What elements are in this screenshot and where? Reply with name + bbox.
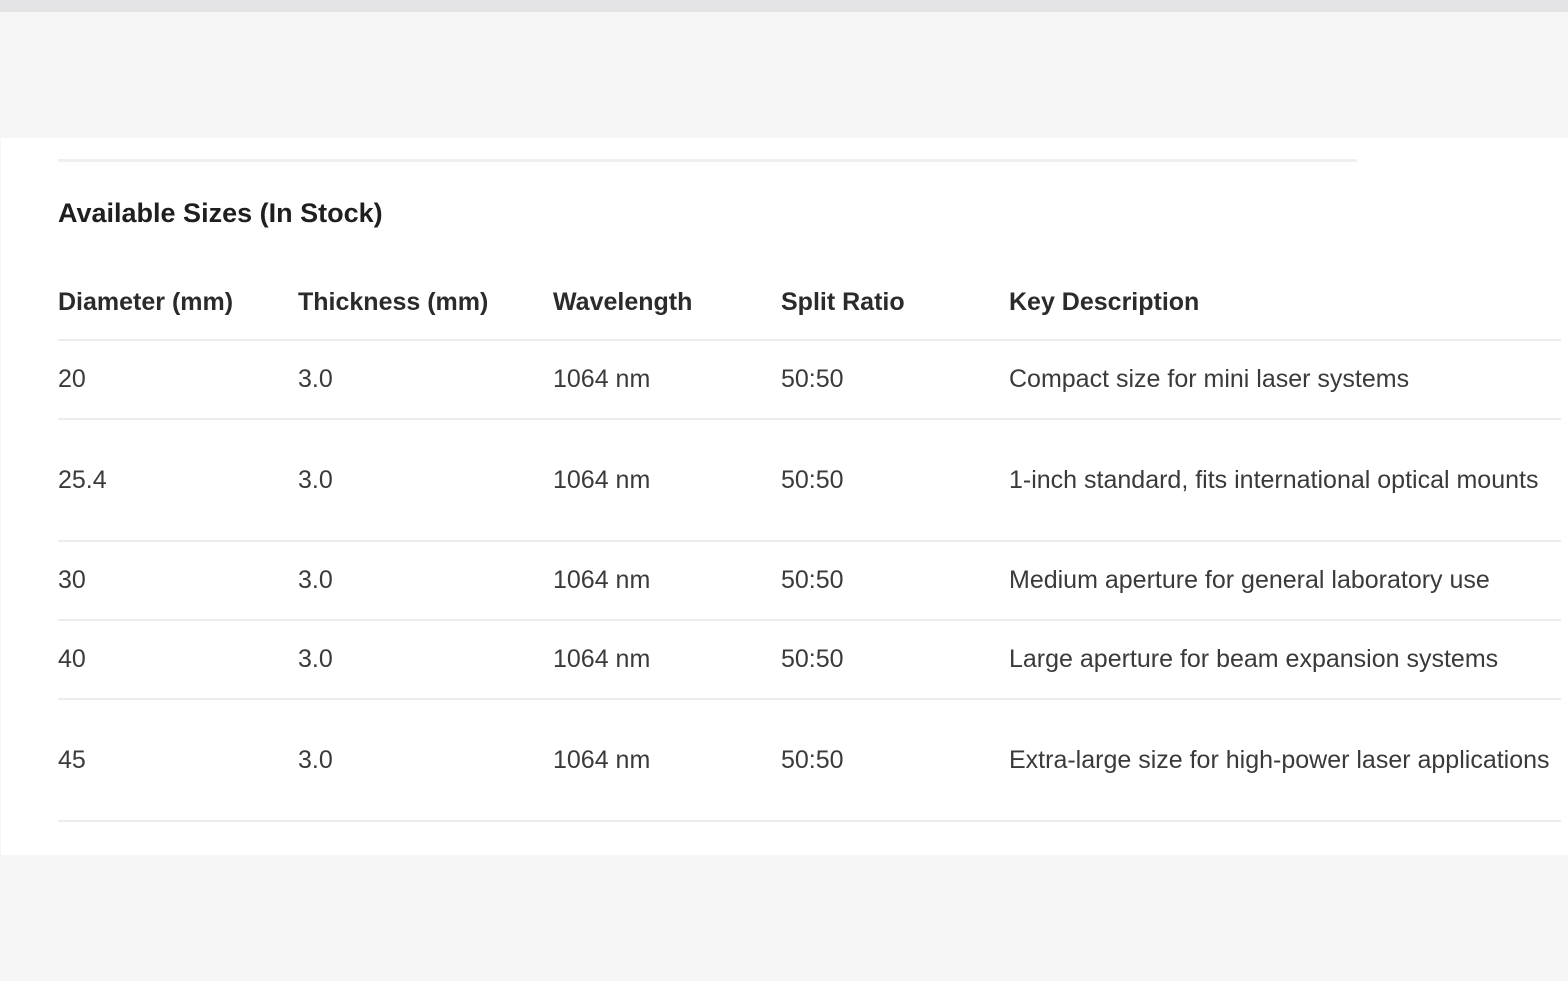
cell-key-description: Medium aperture for general laboratory u… — [1009, 541, 1561, 621]
cell-thickness: 3.0 — [298, 699, 553, 822]
sizes-table: Diameter (mm) Thickness (mm) Wavelength … — [58, 265, 1561, 822]
header-split-ratio: Split Ratio — [781, 265, 1009, 341]
table-row: 20 3.0 1064 nm 50:50 Compact size for mi… — [58, 340, 1561, 420]
cell-thickness: 3.0 — [298, 419, 553, 542]
cell-wavelength: 1064 nm — [553, 340, 781, 420]
section-divider — [58, 159, 1357, 162]
cell-key-description: Compact size for mini laser systems — [1009, 340, 1561, 420]
cell-split-ratio: 50:50 — [781, 699, 1009, 822]
cell-split-ratio: 50:50 — [781, 340, 1009, 420]
cell-key-description: Extra-large size for high-power laser ap… — [1009, 699, 1561, 822]
table-row: 25.4 3.0 1064 nm 50:50 1-inch standard, … — [58, 419, 1561, 542]
cell-wavelength: 1064 nm — [553, 620, 781, 700]
table-header-row: Diameter (mm) Thickness (mm) Wavelength … — [58, 265, 1561, 341]
cell-key-description: 1-inch standard, fits international opti… — [1009, 419, 1561, 542]
table-row: 45 3.0 1064 nm 50:50 Extra-large size fo… — [58, 699, 1561, 822]
header-key-description: Key Description — [1009, 265, 1561, 341]
header-diameter: Diameter (mm) — [58, 265, 298, 341]
cell-wavelength: 1064 nm — [553, 699, 781, 822]
cell-split-ratio: 50:50 — [781, 419, 1009, 542]
section-title: Available Sizes (In Stock) — [58, 198, 383, 228]
page-footer-space — [0, 855, 1568, 981]
cell-thickness: 3.0 — [298, 541, 553, 621]
top-bar — [0, 0, 1568, 12]
cell-diameter: 30 — [58, 541, 298, 621]
cell-thickness: 3.0 — [298, 340, 553, 420]
cell-wavelength: 1064 nm — [553, 541, 781, 621]
cell-split-ratio: 50:50 — [781, 541, 1009, 621]
table-row: 40 3.0 1064 nm 50:50 Large aperture for … — [58, 620, 1561, 700]
cell-split-ratio: 50:50 — [781, 620, 1009, 700]
cell-diameter: 40 — [58, 620, 298, 700]
cell-diameter: 45 — [58, 699, 298, 822]
product-sizes-card: Available Sizes (In Stock) Diameter (mm)… — [1, 138, 1568, 855]
cell-key-description: Large aperture for beam expansion system… — [1009, 620, 1561, 700]
cell-diameter: 25.4 — [58, 419, 298, 542]
cell-thickness: 3.0 — [298, 620, 553, 700]
table-row: 30 3.0 1064 nm 50:50 Medium aperture for… — [58, 541, 1561, 621]
header-wavelength: Wavelength — [553, 265, 781, 341]
header-thickness: Thickness (mm) — [298, 265, 553, 341]
cell-wavelength: 1064 nm — [553, 419, 781, 542]
cell-diameter: 20 — [58, 340, 298, 420]
